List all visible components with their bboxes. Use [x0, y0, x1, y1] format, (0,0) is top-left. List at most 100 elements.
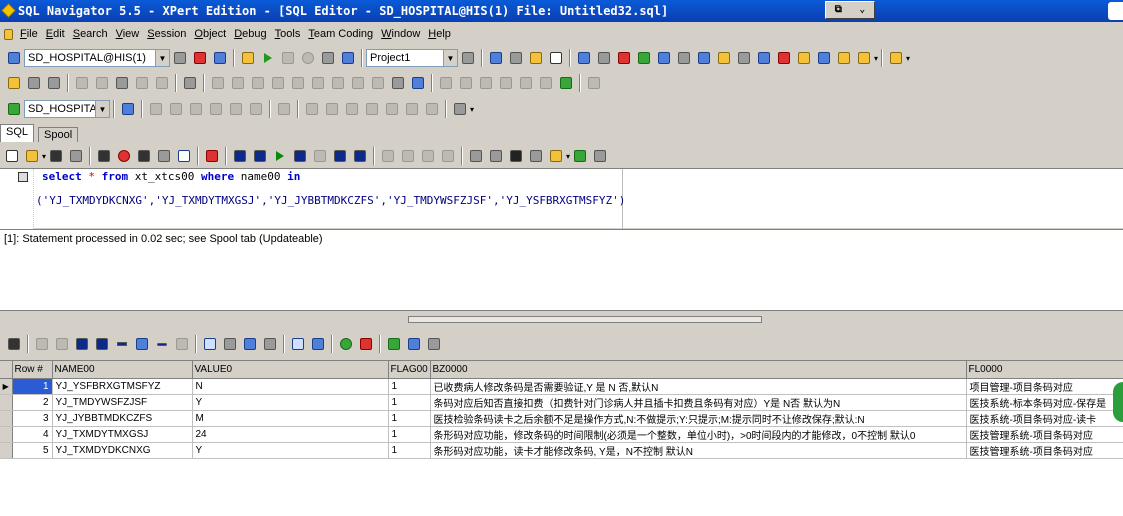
edit-icon[interactable]: [508, 50, 524, 66]
schema-icon[interactable]: [636, 50, 652, 66]
code-analysis-icon[interactable]: [572, 148, 588, 164]
substitution-icon[interactable]: [176, 148, 192, 164]
tune-icon[interactable]: [438, 75, 454, 91]
code-assist-icon[interactable]: [410, 75, 426, 91]
edit-record-icon[interactable]: [134, 336, 150, 352]
paste-icon[interactable]: [114, 75, 130, 91]
case-icon[interactable]: [310, 75, 326, 91]
constraint-icon[interactable]: [208, 101, 224, 117]
index-icon[interactable]: [228, 101, 244, 117]
view-icon[interactable]: [248, 101, 264, 117]
side-widget[interactable]: [1113, 382, 1123, 422]
first-statement-icon[interactable]: [232, 148, 248, 164]
project-combo[interactable]: Project1 ▼: [366, 49, 458, 67]
sql-line-2[interactable]: ('YJ_TXMDYDKCNXG','YJ_TXMDYTMXGSJ','YJ_J…: [36, 194, 625, 207]
next-statement-icon[interactable]: [332, 148, 348, 164]
menu-search[interactable]: Search: [69, 28, 112, 40]
sequence-icon[interactable]: [276, 101, 292, 117]
chevron-down-icon[interactable]: ▼: [95, 101, 109, 117]
menu-tools[interactable]: Tools: [271, 28, 305, 40]
help-icon[interactable]: [888, 50, 904, 66]
object-icon[interactable]: [528, 50, 544, 66]
check-icon[interactable]: [548, 50, 564, 66]
rollback-icon[interactable]: [400, 148, 416, 164]
refresh-icon[interactable]: [338, 336, 354, 352]
redo-icon[interactable]: [154, 75, 170, 91]
previous-statement-icon[interactable]: [252, 148, 268, 164]
save-icon[interactable]: [48, 148, 64, 164]
connect-icon[interactable]: [6, 50, 22, 66]
dependency-icon[interactable]: [676, 50, 692, 66]
db-explorer-icon[interactable]: [596, 50, 612, 66]
compare-icon[interactable]: [836, 50, 852, 66]
sql-editor[interactable]: select * from xt_xtcs00 where name00 in …: [0, 168, 1123, 229]
task-icon[interactable]: [736, 50, 752, 66]
column-header-value0[interactable]: VALUE0: [192, 361, 389, 379]
goto-icon[interactable]: [350, 75, 366, 91]
null-default-icon[interactable]: [222, 336, 238, 352]
tab-spool[interactable]: Spool: [38, 127, 79, 142]
column-header-flag00[interactable]: FLAG00: [388, 361, 431, 379]
grid-icon[interactable]: [776, 50, 792, 66]
session-combo[interactable]: SD_HOSPITAL@HIS(1) ▼: [24, 49, 170, 67]
xpert-icon[interactable]: [498, 75, 514, 91]
debug-icon[interactable]: [538, 75, 554, 91]
project-manager-icon[interactable]: [460, 50, 476, 66]
print-icon[interactable]: [68, 148, 84, 164]
function-icon[interactable]: [344, 101, 360, 117]
profile-icon[interactable]: [518, 75, 534, 91]
tab-sql[interactable]: SQL: [0, 124, 35, 142]
user-icon[interactable]: [404, 101, 420, 117]
bulb-icon[interactable]: [796, 50, 812, 66]
print-grid-icon[interactable]: [426, 336, 442, 352]
prior-record-icon[interactable]: [54, 336, 70, 352]
table-row[interactable]: 3 YJ_JYBBTMDKCZFS M 1 医技检验条码读卡之后余额不足是操作方…: [0, 410, 1123, 427]
chevron-down-icon[interactable]: ▼: [443, 50, 457, 66]
wand-icon[interactable]: [548, 148, 564, 164]
window-list-icon[interactable]: [182, 75, 198, 91]
report-icon[interactable]: [452, 101, 468, 117]
next-record-icon[interactable]: [74, 336, 90, 352]
post-icon[interactable]: [386, 336, 402, 352]
menu-object[interactable]: Object: [190, 28, 230, 40]
comment-icon[interactable]: [250, 75, 266, 91]
describe-icon[interactable]: [204, 148, 220, 164]
format-icon[interactable]: [468, 148, 484, 164]
validate-icon[interactable]: [558, 75, 574, 91]
new-icon[interactable]: [4, 148, 20, 164]
stop-on-error-icon[interactable]: [116, 148, 132, 164]
disconnect-icon[interactable]: [192, 50, 208, 66]
open-icon[interactable]: [24, 148, 40, 164]
menu-help[interactable]: Help: [424, 28, 455, 40]
explain-icon[interactable]: [420, 148, 436, 164]
copy-icon[interactable]: [94, 75, 110, 91]
chevron-down-icon[interactable]: ▾: [42, 152, 46, 161]
tune-icon[interactable]: [440, 148, 456, 164]
close-icon[interactable]: [358, 336, 374, 352]
synonym-icon[interactable]: [384, 101, 400, 117]
format-icon[interactable]: [290, 75, 306, 91]
column-header-row-number[interactable]: Row #: [12, 361, 53, 379]
trigger-icon[interactable]: [188, 101, 204, 117]
last-record-icon[interactable]: [94, 336, 110, 352]
window-buttons[interactable]: ⧉ ⌄: [825, 1, 875, 19]
outdent-icon[interactable]: [230, 75, 246, 91]
forward-icon[interactable]: [696, 50, 712, 66]
restore-icon[interactable]: ⧉: [835, 0, 842, 21]
rollback-icon[interactable]: [340, 50, 356, 66]
form-view-icon[interactable]: [310, 336, 326, 352]
trace-icon[interactable]: [478, 75, 494, 91]
chevron-down-icon[interactable]: ▾: [874, 54, 878, 63]
n-value-icon[interactable]: [262, 336, 278, 352]
result-grid[interactable]: Row # NAME00 VALUE0 FLAG00 BZ0000 FL0000…: [0, 360, 1123, 516]
default-icon[interactable]: [202, 336, 218, 352]
menu-window[interactable]: Window: [377, 28, 424, 40]
side-panel-tab[interactable]: [1108, 2, 1123, 20]
run-icon[interactable]: [260, 50, 276, 66]
explain-icon[interactable]: [488, 50, 504, 66]
undo-icon[interactable]: [134, 75, 150, 91]
stop-icon[interactable]: [312, 148, 328, 164]
fetch-all-icon[interactable]: [156, 148, 172, 164]
column-header-name00[interactable]: NAME00: [52, 361, 193, 379]
menu-session[interactable]: Session: [143, 28, 190, 40]
